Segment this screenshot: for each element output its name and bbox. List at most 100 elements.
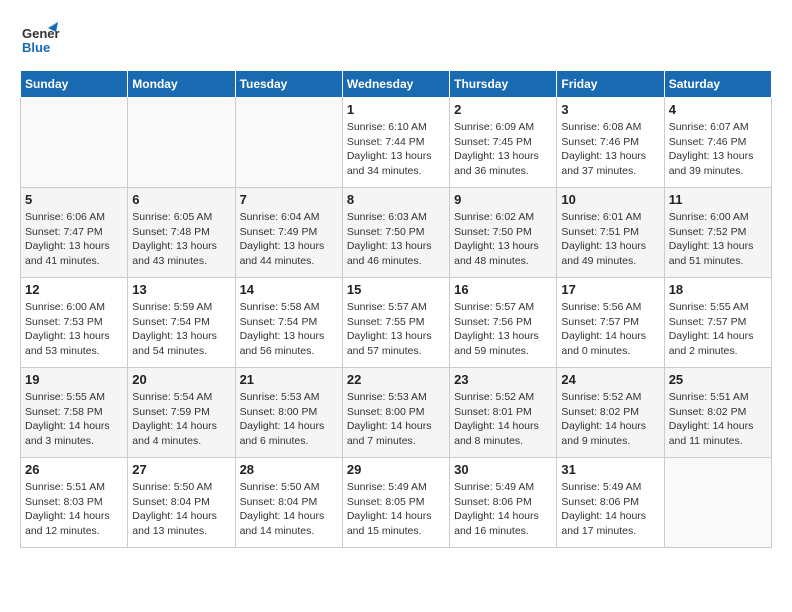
- day-cell: 5 Sunrise: 6:06 AM Sunset: 7:47 PM Daylig…: [21, 188, 128, 278]
- day-info: Sunrise: 5:51 AM Sunset: 8:03 PM Dayligh…: [25, 480, 123, 539]
- day-info: Sunrise: 5:59 AM Sunset: 7:54 PM Dayligh…: [132, 300, 230, 359]
- day-cell: 20 Sunrise: 5:54 AM Sunset: 7:59 PM Dayli…: [128, 368, 235, 458]
- day-cell: 3Sunrise: 6:08 AM Sunset: 7:46 PM Daylig…: [557, 98, 664, 188]
- day-info: Sunrise: 5:53 AM Sunset: 8:00 PM Dayligh…: [240, 390, 338, 449]
- page-header: General Blue: [20, 20, 772, 60]
- header-row: SundayMondayTuesdayWednesdayThursdayFrid…: [21, 71, 772, 98]
- calendar-header: SundayMondayTuesdayWednesdayThursdayFrid…: [21, 71, 772, 98]
- day-cell: 24 Sunrise: 5:52 AM Sunset: 8:02 PM Dayli…: [557, 368, 664, 458]
- day-cell: 4Sunrise: 6:07 AM Sunset: 7:46 PM Daylig…: [664, 98, 771, 188]
- day-cell: [21, 98, 128, 188]
- day-cell: [664, 458, 771, 548]
- day-number: 11: [669, 192, 767, 207]
- day-info: Sunrise: 6:09 AM Sunset: 7:45 PM Dayligh…: [454, 120, 552, 179]
- day-cell: 29 Sunrise: 5:49 AM Sunset: 8:05 PM Dayli…: [342, 458, 449, 548]
- day-info: Sunrise: 6:03 AM Sunset: 7:50 PM Dayligh…: [347, 210, 445, 269]
- day-number: 12: [25, 282, 123, 297]
- day-cell: 27Sunrise: 5:50 AM Sunset: 8:04 PM Dayli…: [128, 458, 235, 548]
- day-info: Sunrise: 6:04 AM Sunset: 7:49 PM Dayligh…: [240, 210, 338, 269]
- week-row-4: 19 Sunrise: 5:55 AM Sunset: 7:58 PM Dayli…: [21, 368, 772, 458]
- week-row-1: 1 Sunrise: 6:10 AM Sunset: 7:44 PM Daylig…: [21, 98, 772, 188]
- day-cell: 14 Sunrise: 5:58 AM Sunset: 7:54 PM Dayli…: [235, 278, 342, 368]
- calendar-table: SundayMondayTuesdayWednesdayThursdayFrid…: [20, 70, 772, 548]
- day-info: Sunrise: 5:53 AM Sunset: 8:00 PM Dayligh…: [347, 390, 445, 449]
- day-info: Sunrise: 5:49 AM Sunset: 8:05 PM Dayligh…: [347, 480, 445, 539]
- day-cell: 10Sunrise: 6:01 AM Sunset: 7:51 PM Dayli…: [557, 188, 664, 278]
- day-cell: 18 Sunrise: 5:55 AM Sunset: 7:57 PM Dayli…: [664, 278, 771, 368]
- header-cell-sunday: Sunday: [21, 71, 128, 98]
- day-number: 14: [240, 282, 338, 297]
- day-info: Sunrise: 6:07 AM Sunset: 7:46 PM Dayligh…: [669, 120, 767, 179]
- header-cell-wednesday: Wednesday: [342, 71, 449, 98]
- day-info: Sunrise: 6:05 AM Sunset: 7:48 PM Dayligh…: [132, 210, 230, 269]
- day-cell: 1 Sunrise: 6:10 AM Sunset: 7:44 PM Daylig…: [342, 98, 449, 188]
- day-info: Sunrise: 5:58 AM Sunset: 7:54 PM Dayligh…: [240, 300, 338, 359]
- day-number: 26: [25, 462, 123, 477]
- day-number: 8: [347, 192, 445, 207]
- day-info: Sunrise: 5:54 AM Sunset: 7:59 PM Dayligh…: [132, 390, 230, 449]
- day-cell: 31 Sunrise: 5:49 AM Sunset: 8:06 PM Dayli…: [557, 458, 664, 548]
- day-number: 31: [561, 462, 659, 477]
- day-cell: 8 Sunrise: 6:03 AM Sunset: 7:50 PM Daylig…: [342, 188, 449, 278]
- day-cell: 26 Sunrise: 5:51 AM Sunset: 8:03 PM Dayli…: [21, 458, 128, 548]
- header-cell-thursday: Thursday: [450, 71, 557, 98]
- day-number: 7: [240, 192, 338, 207]
- header-cell-tuesday: Tuesday: [235, 71, 342, 98]
- day-number: 21: [240, 372, 338, 387]
- day-number: 24: [561, 372, 659, 387]
- day-cell: 17Sunrise: 5:56 AM Sunset: 7:57 PM Dayli…: [557, 278, 664, 368]
- header-cell-monday: Monday: [128, 71, 235, 98]
- day-cell: 11Sunrise: 6:00 AM Sunset: 7:52 PM Dayli…: [664, 188, 771, 278]
- day-number: 1: [347, 102, 445, 117]
- day-info: Sunrise: 6:06 AM Sunset: 7:47 PM Dayligh…: [25, 210, 123, 269]
- day-number: 5: [25, 192, 123, 207]
- day-info: Sunrise: 5:52 AM Sunset: 8:02 PM Dayligh…: [561, 390, 659, 449]
- day-number: 22: [347, 372, 445, 387]
- day-info: Sunrise: 6:01 AM Sunset: 7:51 PM Dayligh…: [561, 210, 659, 269]
- calendar-body: 1 Sunrise: 6:10 AM Sunset: 7:44 PM Daylig…: [21, 98, 772, 548]
- day-info: Sunrise: 6:10 AM Sunset: 7:44 PM Dayligh…: [347, 120, 445, 179]
- day-number: 13: [132, 282, 230, 297]
- day-info: Sunrise: 5:56 AM Sunset: 7:57 PM Dayligh…: [561, 300, 659, 359]
- day-info: Sunrise: 6:02 AM Sunset: 7:50 PM Dayligh…: [454, 210, 552, 269]
- day-info: Sunrise: 5:49 AM Sunset: 8:06 PM Dayligh…: [561, 480, 659, 539]
- day-number: 9: [454, 192, 552, 207]
- day-info: Sunrise: 5:50 AM Sunset: 8:04 PM Dayligh…: [240, 480, 338, 539]
- day-cell: 6 Sunrise: 6:05 AM Sunset: 7:48 PM Daylig…: [128, 188, 235, 278]
- day-number: 30: [454, 462, 552, 477]
- day-info: Sunrise: 6:08 AM Sunset: 7:46 PM Dayligh…: [561, 120, 659, 179]
- day-number: 25: [669, 372, 767, 387]
- day-cell: 16 Sunrise: 5:57 AM Sunset: 7:56 PM Dayli…: [450, 278, 557, 368]
- day-cell: [235, 98, 342, 188]
- day-info: Sunrise: 5:49 AM Sunset: 8:06 PM Dayligh…: [454, 480, 552, 539]
- day-number: 19: [25, 372, 123, 387]
- logo: General Blue: [20, 20, 60, 60]
- day-number: 20: [132, 372, 230, 387]
- svg-text:Blue: Blue: [22, 40, 50, 55]
- day-cell: 21 Sunrise: 5:53 AM Sunset: 8:00 PM Dayli…: [235, 368, 342, 458]
- day-cell: 25Sunrise: 5:51 AM Sunset: 8:02 PM Dayli…: [664, 368, 771, 458]
- day-cell: 28Sunrise: 5:50 AM Sunset: 8:04 PM Dayli…: [235, 458, 342, 548]
- day-cell: 30 Sunrise: 5:49 AM Sunset: 8:06 PM Dayli…: [450, 458, 557, 548]
- day-number: 29: [347, 462, 445, 477]
- day-info: Sunrise: 5:55 AM Sunset: 7:58 PM Dayligh…: [25, 390, 123, 449]
- day-number: 16: [454, 282, 552, 297]
- day-number: 2: [454, 102, 552, 117]
- day-cell: 13 Sunrise: 5:59 AM Sunset: 7:54 PM Dayli…: [128, 278, 235, 368]
- week-row-3: 12 Sunrise: 6:00 AM Sunset: 7:53 PM Dayli…: [21, 278, 772, 368]
- day-cell: 22 Sunrise: 5:53 AM Sunset: 8:00 PM Dayli…: [342, 368, 449, 458]
- day-info: Sunrise: 5:57 AM Sunset: 7:56 PM Dayligh…: [454, 300, 552, 359]
- day-number: 23: [454, 372, 552, 387]
- day-info: Sunrise: 5:50 AM Sunset: 8:04 PM Dayligh…: [132, 480, 230, 539]
- week-row-2: 5 Sunrise: 6:06 AM Sunset: 7:47 PM Daylig…: [21, 188, 772, 278]
- day-info: Sunrise: 5:55 AM Sunset: 7:57 PM Dayligh…: [669, 300, 767, 359]
- day-cell: [128, 98, 235, 188]
- day-cell: 2 Sunrise: 6:09 AM Sunset: 7:45 PM Daylig…: [450, 98, 557, 188]
- header-cell-friday: Friday: [557, 71, 664, 98]
- day-number: 6: [132, 192, 230, 207]
- day-cell: 19 Sunrise: 5:55 AM Sunset: 7:58 PM Dayli…: [21, 368, 128, 458]
- day-number: 18: [669, 282, 767, 297]
- logo-icon: General Blue: [20, 20, 60, 60]
- day-info: Sunrise: 5:57 AM Sunset: 7:55 PM Dayligh…: [347, 300, 445, 359]
- day-info: Sunrise: 6:00 AM Sunset: 7:53 PM Dayligh…: [25, 300, 123, 359]
